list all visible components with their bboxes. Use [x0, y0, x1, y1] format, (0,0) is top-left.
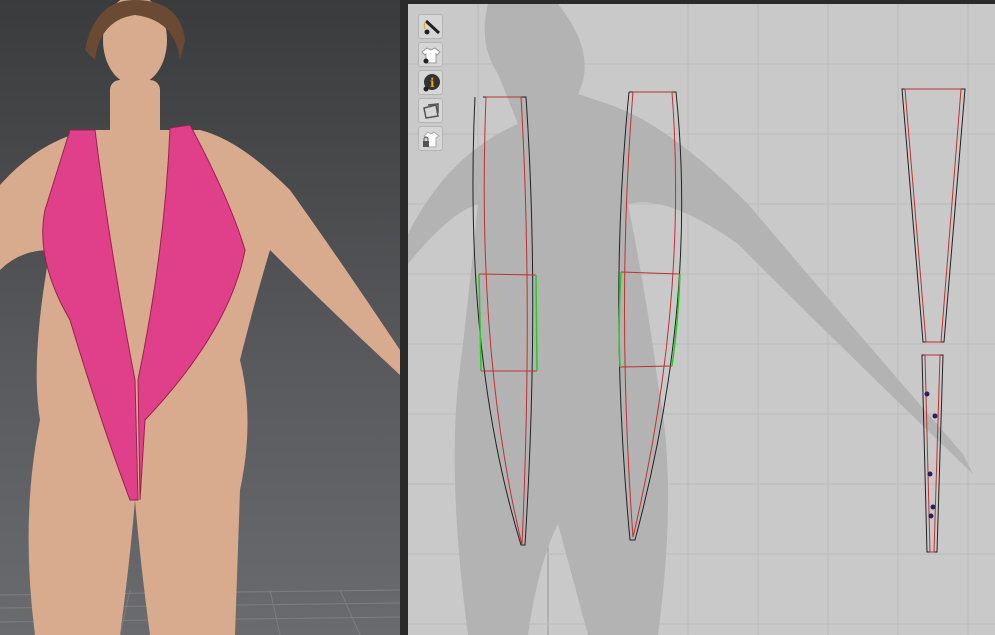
pattern-piece-3: [901, 88, 966, 553]
avatar-scene: [0, 0, 400, 635]
toggle-avatar-button[interactable]: [418, 14, 443, 39]
show-info-icon: i: [421, 73, 441, 93]
show-garment-icon: [420, 45, 441, 65]
svg-text:i: i: [430, 76, 435, 90]
toggle-garment-button[interactable]: [418, 42, 443, 67]
lock-garment-button[interactable]: [418, 126, 443, 151]
show-avatar-needle-icon: [421, 17, 441, 37]
2d-toolbar: i: [418, 14, 443, 151]
toggle-info-button[interactable]: i: [418, 70, 443, 95]
viewport-divider[interactable]: [400, 0, 408, 635]
pattern-canvas: [408, 4, 995, 635]
pattern-3d-button[interactable]: [418, 98, 443, 123]
3d-viewport[interactable]: [0, 0, 400, 635]
2d-pattern-window[interactable]: i: [408, 4, 995, 635]
avatar-silhouette: [408, 4, 973, 635]
lock-garment-icon: [421, 129, 441, 149]
pattern-3d-icon: [421, 101, 441, 121]
